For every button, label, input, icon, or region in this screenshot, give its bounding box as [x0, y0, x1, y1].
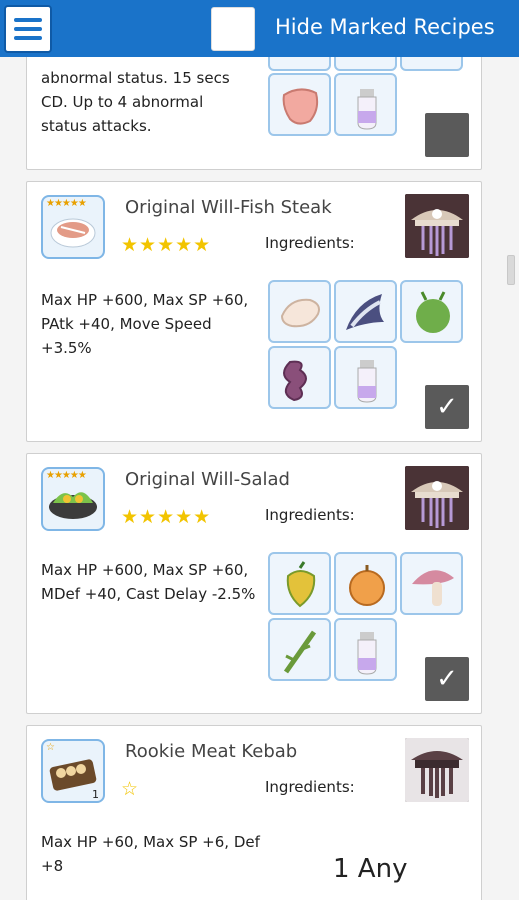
milk-bottle-icon	[357, 632, 377, 675]
recipe-description: Max HP +60, Max SP +6, Def +8	[41, 833, 260, 875]
recipe-description: abnormal status. 15 secs CD. Up to 4 abn…	[41, 69, 230, 135]
food-icon: ★★★★★	[41, 467, 105, 531]
fish-icon	[346, 294, 384, 330]
herb-stalk-icon	[283, 630, 317, 674]
rank-badge: ★★★★★	[46, 198, 87, 209]
fruit-icon	[286, 561, 316, 608]
ingredient-slot-milk-bottle[interactable]	[334, 73, 397, 136]
mark-toggle[interactable]: ✓	[425, 385, 469, 429]
recipe-title: Original Will-Salad	[125, 469, 290, 490]
raw-meat-icon	[282, 88, 319, 125]
ingredients-label: Ingredients:	[265, 234, 355, 252]
ingredient-slot-fruit[interactable]	[268, 552, 331, 615]
rank-badge: ☆	[46, 742, 55, 753]
ingredient-slot-herb-stalk[interactable]	[268, 618, 331, 681]
ingredient-slot-fish[interactable]	[334, 280, 397, 343]
hide-marked-checkbox[interactable]	[211, 7, 255, 51]
star-rating: ★★★★★	[121, 234, 212, 256]
top-bar: Hide Marked Recipes	[0, 0, 519, 57]
kohlrabi-icon	[416, 291, 450, 333]
onion-icon	[349, 565, 385, 606]
item-count: 1	[92, 788, 99, 801]
recipe-card: ☆ 1 Rookie Meat Kebab ☆ Ingredients: Max…	[26, 725, 482, 900]
milk-bottle-icon	[357, 89, 377, 130]
ingredient-slot-mushroom[interactable]	[400, 552, 463, 615]
fish-fillet-icon	[280, 298, 320, 328]
crafting-station-icon	[405, 466, 469, 530]
ingredient-slot-sausage[interactable]	[268, 346, 331, 409]
ingredient-slot-raw-meat[interactable]	[268, 73, 331, 136]
mushroom-icon	[412, 570, 454, 606]
ingredient-slot-milk-bottle[interactable]	[334, 618, 397, 681]
ingredient-slot-kohlrabi[interactable]	[400, 280, 463, 343]
food-icon: ★★★★★	[41, 195, 105, 259]
ingredient-slot-fish-fillet[interactable]	[268, 280, 331, 343]
star-rating: ☆	[121, 778, 140, 800]
recipe-title: Rookie Meat Kebab	[125, 741, 298, 762]
star-rating: ★★★★★	[121, 506, 212, 528]
food-icon: ☆ 1	[41, 739, 105, 803]
recipe-description: Max HP +600, Max SP +60, PAtk +40, Move …	[41, 291, 249, 357]
scrollbar-thumb[interactable]	[507, 255, 515, 285]
hamburger-icon	[14, 18, 42, 22]
mark-toggle[interactable]: ✓	[425, 657, 469, 701]
milk-bottle-icon	[357, 360, 377, 403]
recipe-title: Original Will-Fish Steak	[125, 197, 332, 218]
recipe-card: ★★★★★ Original Will-Fish Steak ★★★★★ Ing…	[26, 181, 482, 442]
sausage-icon	[283, 360, 307, 402]
crafting-station-icon	[405, 194, 469, 258]
ingredient-slot-onion[interactable]	[334, 552, 397, 615]
rank-badge: ★★★★★	[46, 470, 87, 481]
ingredients-label: Ingredients:	[265, 506, 355, 524]
mark-toggle[interactable]	[425, 113, 469, 157]
menu-button[interactable]	[4, 5, 52, 53]
any-ingredient-label: 1 Any	[333, 854, 408, 884]
crafting-station-icon	[405, 738, 469, 802]
hide-marked-label[interactable]: Hide Marked Recipes	[275, 15, 495, 39]
ingredient-slot-milk-bottle[interactable]	[334, 346, 397, 409]
recipe-description: Max HP +600, Max SP +60, MDef +40, Cast …	[41, 561, 256, 603]
recipe-card: ★★★★★ Original Will-Salad ★★★★★ Ingredie…	[26, 453, 482, 714]
ingredients-label: Ingredients:	[265, 778, 355, 796]
